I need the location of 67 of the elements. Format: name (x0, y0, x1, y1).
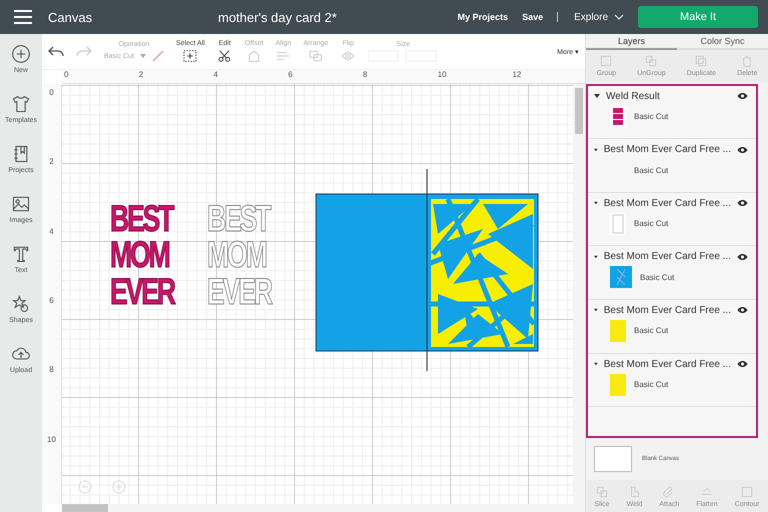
caret-down-icon[interactable] (594, 254, 598, 260)
caret-down-icon[interactable] (594, 361, 598, 368)
select-all-icon (182, 49, 198, 63)
outline-word-art: BEST MOM EVER (207, 201, 273, 310)
layer-title: Best Mom Ever Card Free ... (604, 304, 731, 316)
layer-operation: Basic Cut (640, 272, 674, 282)
layer-operation: Basic Cut (634, 326, 668, 336)
menu-icon[interactable] (14, 10, 32, 24)
layer-title: Best Mom Ever Card Free ... (604, 144, 731, 156)
explore-dropdown[interactable]: Explore (574, 12, 624, 22)
scrollbar-thumb[interactable] (575, 88, 583, 134)
layer-item[interactable]: Best Mom Ever Card Free ... Basic Cut (588, 246, 756, 300)
layer-item[interactable]: Best Mom Ever Card Free ... Basic Cut (588, 192, 756, 246)
layer-operation: Basic Cut (634, 380, 668, 390)
eye-icon[interactable] (737, 199, 748, 208)
align-icon (275, 49, 292, 63)
word-art: BEST MOM EVER (110, 201, 176, 310)
chevron-down-icon (614, 14, 624, 20)
layer-item[interactable]: Best Mom Ever Card Free ... Basic Cut (588, 139, 756, 193)
eye-icon[interactable] (737, 146, 748, 154)
shape-thumbnail (610, 374, 626, 396)
layer-title: Best Mom Ever Card Free ... (604, 198, 731, 209)
text-art-thumbnail (610, 106, 626, 128)
image-icon (11, 194, 31, 214)
layer-operation: Basic Cut (634, 166, 668, 175)
nav-link[interactable]: My Projects (458, 12, 508, 22)
eye-icon[interactable] (737, 92, 748, 100)
group-icon (599, 54, 614, 68)
scissors-icon (216, 49, 233, 63)
blank-canvas-swatch[interactable] (594, 446, 632, 472)
eye-icon[interactable] (737, 360, 748, 368)
flip-icon (340, 49, 356, 63)
layer-title: Best Mom Ever Card Free ... (604, 358, 731, 370)
ungroup-icon (644, 54, 658, 68)
scrollbar-thumb[interactable] (62, 504, 108, 512)
shirt-icon (11, 94, 31, 114)
arrange-icon (308, 49, 324, 63)
pattern-thumbnail (610, 266, 632, 288)
eye-icon[interactable] (737, 306, 748, 314)
layer-operation: Basic Cut (634, 219, 668, 228)
undo-icon[interactable] (48, 46, 64, 58)
layer-operation: Basic Cut (634, 112, 668, 122)
slice-icon (595, 484, 610, 499)
shape-thumbnail (610, 320, 626, 342)
text-icon (11, 244, 31, 264)
caret-down-icon[interactable] (594, 307, 598, 314)
plus-icon (11, 44, 31, 64)
eye-icon[interactable] (737, 252, 748, 261)
caret-down-icon[interactable] (594, 93, 600, 100)
top-ruler: 0 2 4 6 8 10 12 (62, 70, 585, 84)
layer-title: Best Mom Ever Card Free ... (604, 251, 731, 262)
project-title: mother's day card 2* (218, 10, 338, 24)
left-ruler: 0 2 4 6 8 10 (42, 84, 62, 504)
caret-down-icon (140, 54, 146, 58)
contour-icon (740, 484, 754, 499)
line-color-icon[interactable] (152, 50, 164, 62)
duplicate-icon (694, 54, 708, 68)
shapes-icon (11, 294, 31, 314)
outline-thumbnail (610, 212, 626, 235)
layer-item[interactable]: Best Mom Ever Card Free ... Basic Cut (588, 354, 756, 408)
caret-down-icon[interactable] (594, 146, 598, 153)
layer-item[interactable]: Best Mom Ever Card Free ... Basic Cut (588, 300, 756, 354)
layer-item[interactable]: Weld Result Basic Cut (588, 86, 756, 140)
caret-down-icon[interactable] (594, 200, 598, 206)
layer-title: Weld Result (606, 90, 661, 102)
app-title: Canvas (48, 10, 94, 24)
nav-link[interactable]: Save (522, 12, 544, 22)
